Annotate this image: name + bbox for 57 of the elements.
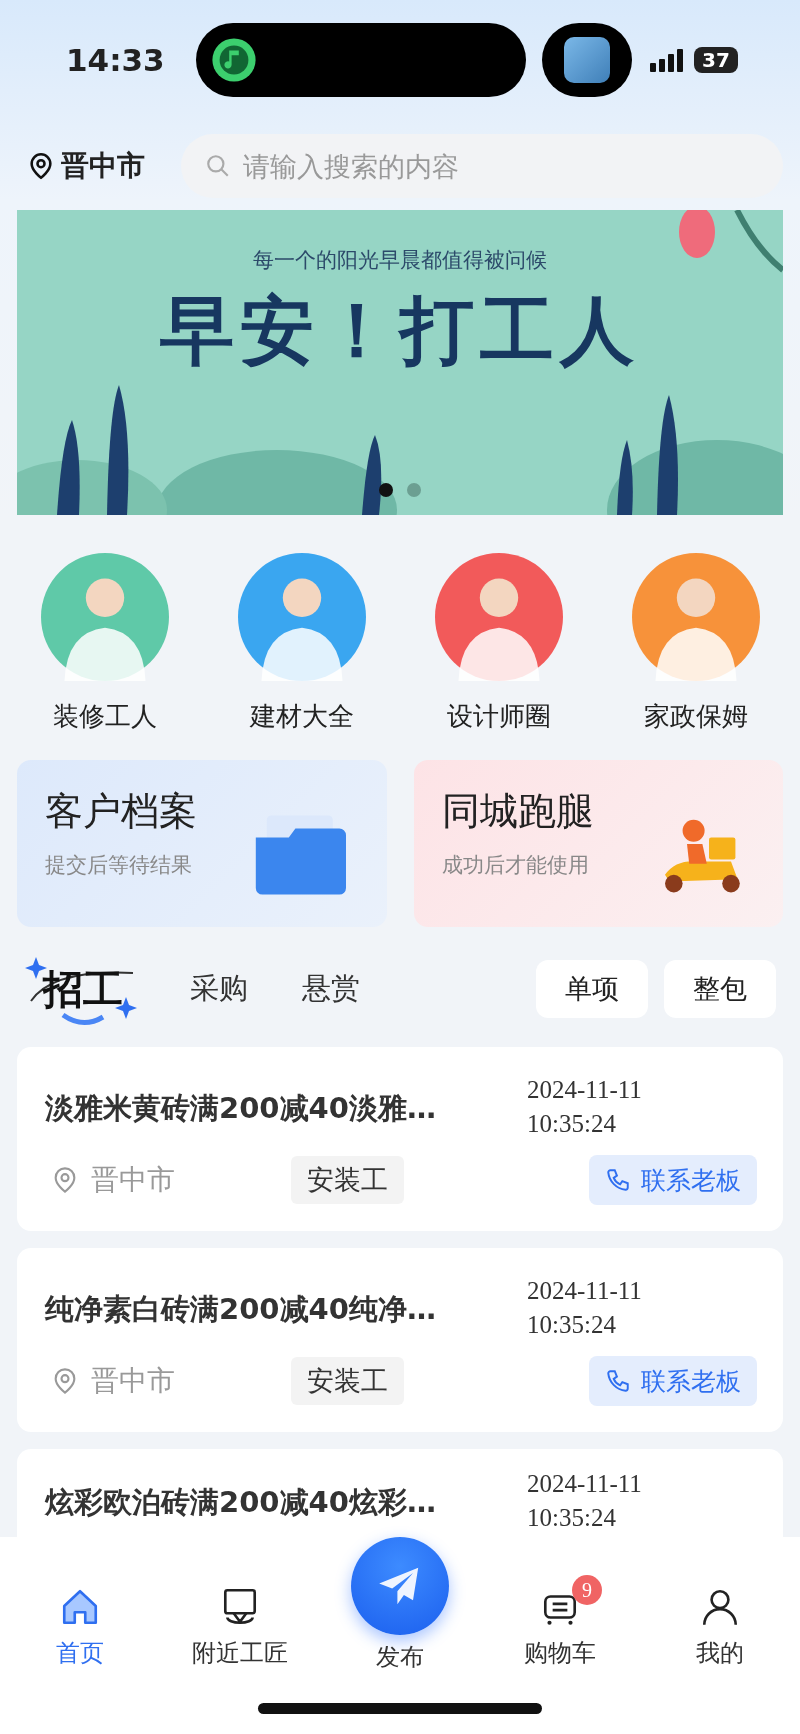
recruit-tab[interactable]: 招工 — [20, 949, 146, 1029]
worker-avatar[interactable] — [237, 553, 366, 681]
filter-button[interactable]: 单项 — [536, 960, 648, 1018]
job-location: 晋中市 — [91, 1363, 176, 1399]
job-card[interactable]: 淡雅米黄砖满200减40淡雅… 2024-11-11 10:35:24 晋中市 安装工 联系老板 — [17, 1047, 783, 1231]
worker-avatar[interactable] — [40, 553, 169, 681]
worker-avatar[interactable] — [434, 553, 563, 681]
category-tab[interactable]: 采购 — [190, 969, 248, 1009]
nav-tab[interactable]: 我的 — [640, 1583, 800, 1669]
feature-title: 客户档案 — [45, 788, 198, 835]
banner-headline: 早安！打工人 — [160, 286, 640, 375]
category-label[interactable]: 设计师圈 — [446, 699, 551, 734]
worker-avatar[interactable] — [631, 553, 760, 681]
nav-tab[interactable]: 首页 — [0, 1583, 160, 1669]
signal-icon — [650, 48, 686, 72]
feature-card[interactable]: 客户档案 提交后等待结果 — [17, 760, 387, 927]
phone-icon — [605, 1167, 631, 1193]
job-type-tag: 安装工 — [291, 1357, 404, 1405]
feature-card[interactable]: 同城跑腿 成功后才能使用 — [413, 760, 783, 927]
nav-tab[interactable]: 附近工匠 — [160, 1583, 320, 1669]
search-icon — [205, 153, 231, 179]
job-title: 淡雅米黄砖满200减40淡雅… — [45, 1090, 436, 1127]
job-title: 炫彩欧泊砖满200减40炫彩… — [45, 1484, 436, 1521]
feature-subtitle: 成功后才能使用 — [441, 852, 590, 879]
status-time: 14:33 — [66, 42, 166, 78]
search-field[interactable]: 请输入搜索的内容 — [181, 134, 783, 198]
job-date: 2024-11-11 — [527, 1469, 643, 1499]
cart-count-badge: 9 — [572, 1575, 602, 1605]
job-card[interactable]: 纯净素白砖满200减40纯净… 2024-11-11 10:35:24 晋中市 安装工 联系老板 — [17, 1248, 783, 1432]
banner[interactable]: 每一个的阳光早晨都值得被问候 早安！打工人 — [17, 210, 783, 515]
category-label[interactable]: 家政保姆 — [643, 699, 748, 734]
category-tab[interactable]: 悬赏 — [302, 969, 360, 1009]
job-location: 晋中市 — [91, 1162, 176, 1198]
music-app-icon — [210, 36, 258, 84]
battery-indicator: 37 — [694, 47, 738, 73]
feature-title: 同城跑腿 — [441, 788, 595, 835]
carousel-dot[interactable] — [379, 483, 393, 497]
job-time: 10:35:24 — [527, 1503, 617, 1533]
city-selector[interactable]: 晋中市 — [61, 147, 181, 185]
category-label[interactable]: 建材大全 — [249, 699, 354, 734]
filter-button[interactable]: 整包 — [664, 960, 776, 1018]
location-pin-icon — [27, 152, 55, 180]
phone-icon — [605, 1368, 631, 1394]
job-date: 2024-11-11 — [527, 1276, 643, 1306]
job-date: 2024-11-11 — [527, 1075, 643, 1105]
publish-tab[interactable]: 发布 — [320, 1537, 480, 1673]
job-type-tag: 安装工 — [291, 1156, 404, 1204]
carousel-dot[interactable] — [407, 483, 421, 497]
banner-subtitle: 每一个的阳光早晨都值得被问候 — [253, 247, 547, 274]
category-label[interactable]: 装修工人 — [52, 699, 157, 734]
contact-boss-button[interactable]: 联系老板 — [589, 1356, 757, 1406]
job-time: 10:35:24 — [527, 1109, 617, 1139]
job-card[interactable]: 炫彩欧泊砖满200减40炫彩… 2024-11-11 10:35:24 — [17, 1449, 783, 1537]
job-time: 10:35:24 — [527, 1310, 617, 1340]
job-title: 纯净素白砖满200减40纯净… — [45, 1291, 436, 1328]
feature-subtitle: 提交后等待结果 — [45, 852, 193, 879]
contact-boss-button[interactable]: 联系老板 — [589, 1155, 757, 1205]
